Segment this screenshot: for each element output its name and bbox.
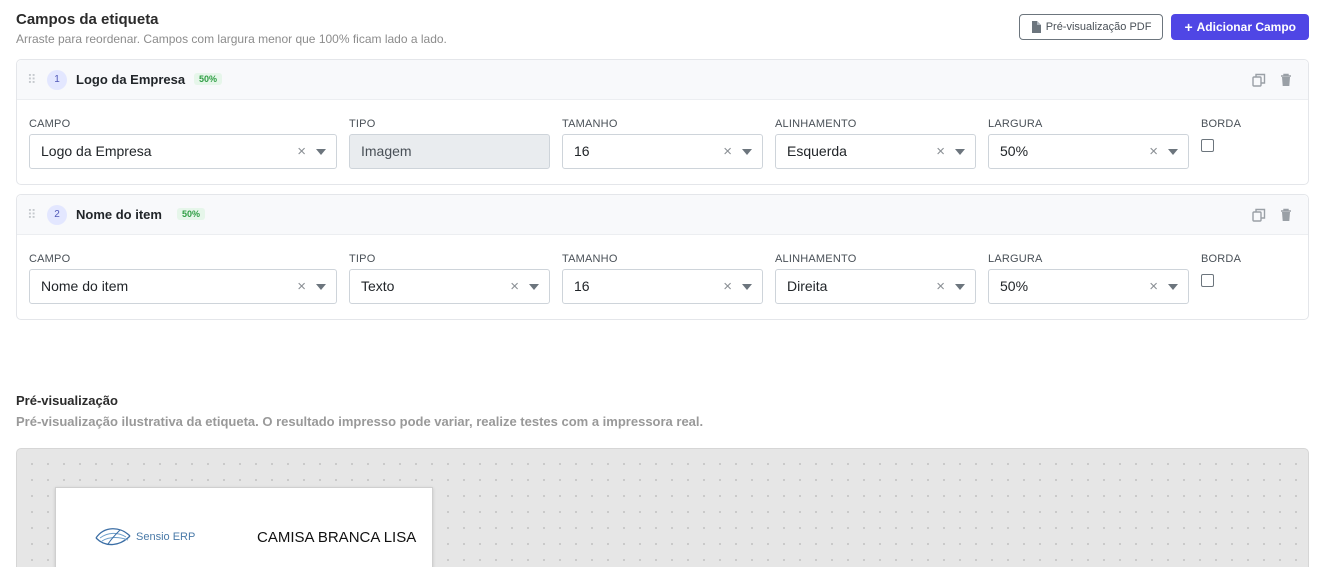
chevron-down-icon[interactable] [955,284,965,290]
alinhamento-select[interactable]: Direita × [775,269,976,304]
label-preview: Sensio ERP CAMISA BRANCA LISA [55,487,433,567]
file-pdf-icon [1031,21,1041,33]
field-card-header: ⠿ 2 Nome do item 50% [17,195,1308,235]
alinhamento-label: ALINHAMENTO [775,253,857,265]
borda-label: BORDA [1201,253,1242,265]
campo-group: CAMPO Logo da Empresa × [29,118,337,169]
alinhamento-group: ALINHAMENTO Esquerda × [775,118,976,169]
tipo-value: Texto [361,278,395,294]
add-field-label: Adicionar Campo [1196,20,1296,34]
borda-checkbox[interactable] [1201,139,1214,152]
tipo-label: TIPO [349,253,376,265]
tamanho-value: 16 [574,143,590,159]
field-number: 2 [47,205,67,225]
clear-icon[interactable]: × [297,135,306,168]
header-actions: Pré-visualização PDF + Adicionar Campo [1018,14,1309,40]
largura-label: LARGURA [988,118,1043,130]
field-number: 1 [47,70,67,90]
campo-value: Logo da Empresa [41,143,152,159]
field-card: ⠿ 2 Nome do item 50% CAMPO Nome do item … [16,194,1309,320]
campo-label: CAMPO [29,118,71,130]
borda-group: BORDA [1201,253,1261,287]
field-card: ⠿ 1 Logo da Empresa 50% CAMPO Logo da Em… [16,59,1309,185]
chevron-down-icon[interactable] [742,149,752,155]
company-logo: Sensio ERP [94,524,195,550]
alinhamento-value: Direita [787,278,828,294]
tipo-label: TIPO [349,118,376,130]
pdf-preview-button[interactable]: Pré-visualização PDF [1018,14,1164,40]
clear-icon[interactable]: × [297,270,306,303]
trash-icon[interactable] [1279,73,1293,87]
largura-group: LARGURA 50% × [988,253,1189,304]
trash-icon[interactable] [1279,208,1293,222]
clear-icon[interactable]: × [936,270,945,303]
largura-select[interactable]: 50% × [988,134,1189,169]
sensio-logo-icon [95,528,131,546]
largura-group: LARGURA 50% × [988,118,1189,169]
alinhamento-group: ALINHAMENTO Direita × [775,253,976,304]
largura-select[interactable]: 50% × [988,269,1189,304]
campo-select[interactable]: Nome do item × [29,269,337,304]
tipo-field: Imagem [349,134,550,169]
alinhamento-label: ALINHAMENTO [775,118,857,130]
tipo-value: Imagem [361,143,412,159]
tipo-select[interactable]: Texto × [349,269,550,304]
borda-checkbox[interactable] [1201,274,1214,287]
tamanho-select[interactable]: 16 × [562,269,763,304]
preview-title: Pré-visualização [16,393,118,408]
chevron-down-icon[interactable] [955,149,965,155]
logo-text: Sensio ERP [136,531,196,543]
clear-icon[interactable]: × [723,270,732,303]
field-title: Nome do item [76,207,162,222]
campo-label: CAMPO [29,253,71,265]
copy-icon[interactable] [1252,208,1266,222]
drag-handle-icon[interactable]: ⠿ [27,208,37,222]
chevron-down-icon[interactable] [742,284,752,290]
alinhamento-value: Esquerda [787,143,847,159]
plus-icon: + [1184,19,1193,35]
drag-handle-icon[interactable]: ⠿ [27,73,37,87]
chevron-down-icon[interactable] [1168,149,1178,155]
item-name-text: CAMISA BRANCA LISA [257,529,417,546]
chevron-down-icon[interactable] [316,284,326,290]
clear-icon[interactable]: × [510,270,519,303]
tipo-group: TIPO Texto × [349,253,550,304]
field-title: Logo da Empresa [76,72,186,87]
field-card-header: ⠿ 1 Logo da Empresa 50% [17,60,1308,100]
pdf-preview-label: Pré-visualização PDF [1045,21,1152,33]
preview-subtitle: Pré-visualização ilustrativa da etiqueta… [16,414,704,429]
borda-group: BORDA [1201,118,1261,152]
chevron-down-icon[interactable] [529,284,539,290]
campo-select[interactable]: Logo da Empresa × [29,134,337,169]
campo-group: CAMPO Nome do item × [29,253,337,304]
section-header: Campos da etiqueta Arraste para reordena… [16,10,1309,50]
tamanho-value: 16 [574,278,590,294]
tamanho-group: TAMANHO 16 × [562,118,763,169]
tamanho-group: TAMANHO 16 × [562,253,763,304]
clear-icon[interactable]: × [723,135,732,168]
alinhamento-select[interactable]: Esquerda × [775,134,976,169]
campo-value: Nome do item [41,278,129,294]
clear-icon[interactable]: × [1149,135,1158,168]
preview-canvas: Sensio ERP CAMISA BRANCA LISA [16,448,1309,567]
tamanho-label: TAMANHO [562,253,618,265]
width-badge: 50% [177,208,206,220]
clear-icon[interactable]: × [936,135,945,168]
borda-label: BORDA [1201,118,1242,130]
largura-label: LARGURA [988,253,1043,265]
chevron-down-icon[interactable] [316,149,326,155]
largura-value: 50% [1000,143,1029,159]
tamanho-label: TAMANHO [562,118,618,130]
tamanho-select[interactable]: 16 × [562,134,763,169]
tipo-group: TIPO Imagem [349,118,550,169]
clear-icon[interactable]: × [1149,270,1158,303]
largura-value: 50% [1000,278,1029,294]
copy-icon[interactable] [1252,73,1266,87]
add-field-button[interactable]: + Adicionar Campo [1171,14,1309,40]
chevron-down-icon[interactable] [1168,284,1178,290]
width-badge: 50% [194,73,223,85]
